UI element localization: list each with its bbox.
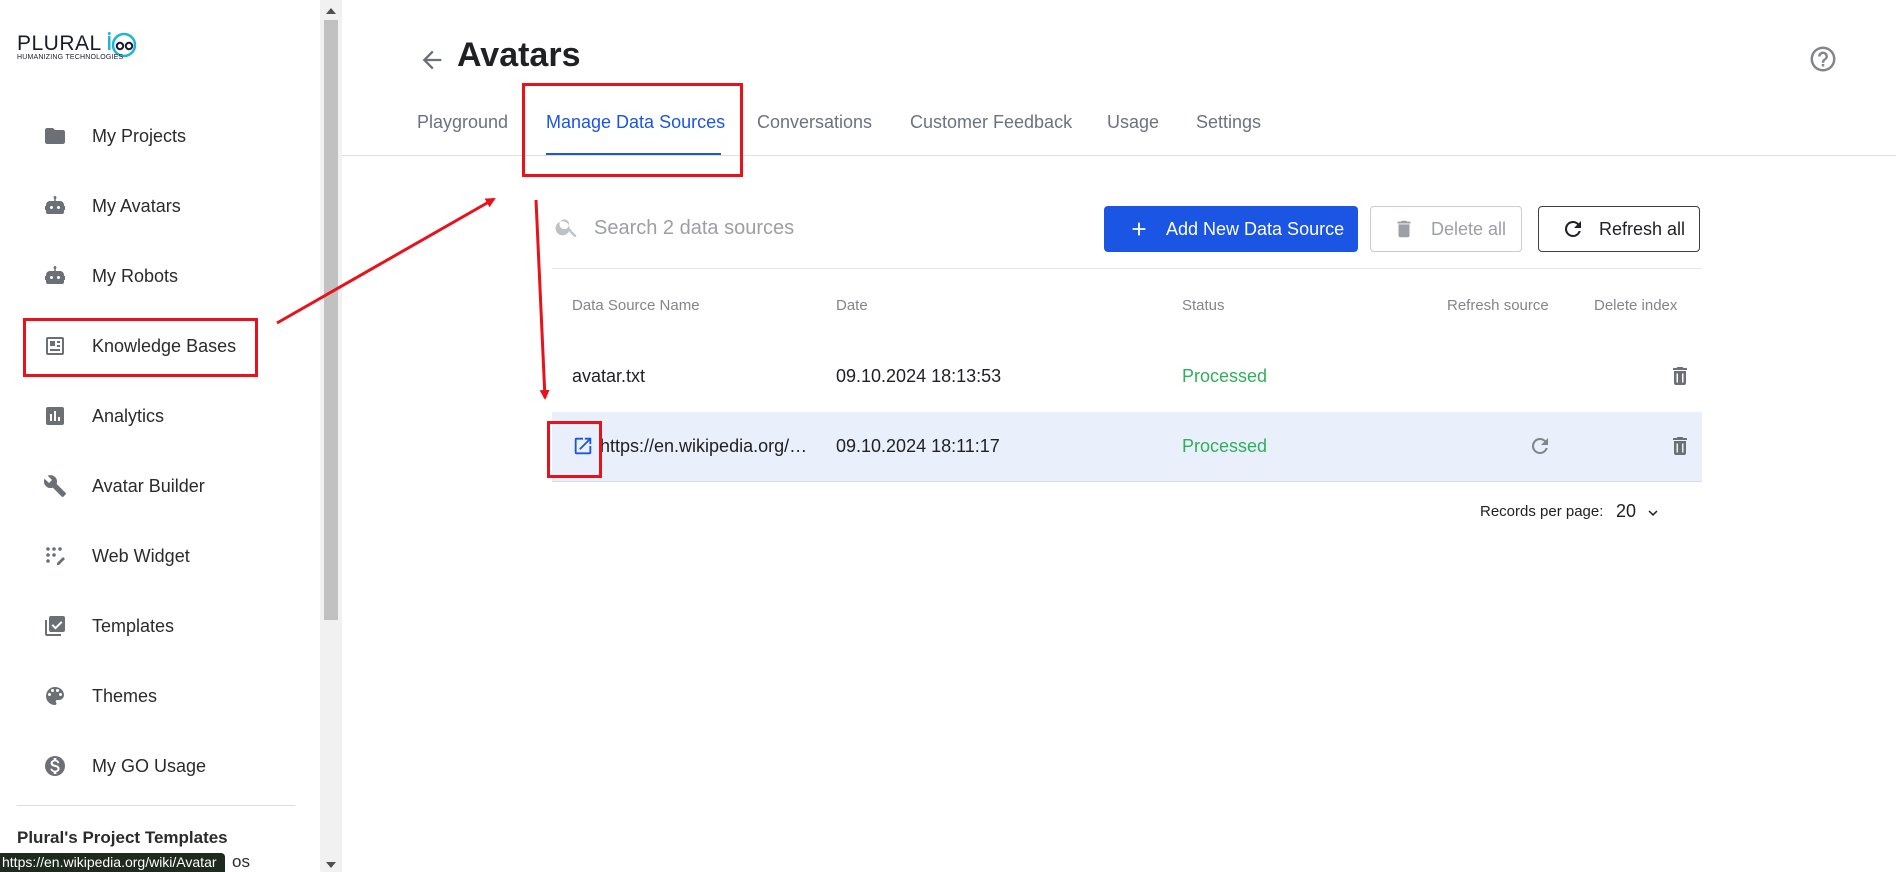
robot-icon [42,193,68,219]
refresh-icon [1564,220,1581,237]
plus-icon [1132,222,1146,236]
annotation-highlight-box [547,421,602,478]
delete-all-label: Delete all [1431,218,1507,239]
sidebar-item-label: My Avatars [92,195,181,216]
annotation-highlight-box [23,318,258,377]
table-row[interactable]: https://en.wikipedia.org/… 09.10.2024 18… [552,412,1702,482]
column-header-delete-index: Delete index [1594,297,1678,314]
search-input[interactable] [594,212,1094,244]
column-header-date[interactable]: Date [836,297,868,314]
sidebar-item-my-go-usage[interactable]: My GO Usage [0,737,300,795]
sidebar-item-label: Analytics [92,405,165,426]
data-source-name: avatar.txt [572,366,646,386]
sidebar: PLURAL HUMANIZING TECHNOLOGIES My Projec… [0,0,320,872]
records-per-page-label: Records per page: [1480,503,1604,520]
palette-icon [42,683,68,709]
app-window: PLURAL HUMANIZING TECHNOLOGIES My Projec… [0,0,1896,872]
scroll-down-arrow-icon[interactable] [326,862,336,868]
sidebar-item-label: Web Widget [92,545,190,566]
tab-conversations[interactable]: Conversations [757,112,872,133]
tab-usage[interactable]: Usage [1107,112,1159,133]
page-title: Avatars [457,36,581,74]
sidebar-divider [17,805,295,806]
tab-playground[interactable]: Playground [417,112,508,133]
sidebar-item-label: Themes [92,685,158,706]
robot-icon [42,263,68,289]
logo-tagline: HUMANIZING TECHNOLOGIES [17,54,124,61]
delete-row-icon[interactable] [1668,434,1692,458]
column-header-refresh-source: Refresh source [1447,297,1549,314]
data-source-date: 09.10.2024 18:13:53 [836,366,1002,386]
refresh-all-label: Refresh all [1599,218,1686,239]
delete-all-button[interactable]: Delete all [1370,206,1522,252]
help-icon[interactable] [1808,44,1838,74]
annotation-highlight-box [522,83,743,177]
status-badge: Processed [1182,366,1268,386]
library-check-icon [42,613,68,639]
sidebar-item-label: My GO Usage [92,755,207,776]
add-new-data-source-button[interactable]: Add New Data Source [1104,206,1358,252]
sidebar-item-label: My Robots [92,265,179,286]
delete-row-icon[interactable] [1668,364,1692,388]
dots-grid-icon [42,543,68,569]
records-per-page-select[interactable]: 20 [1616,501,1636,522]
sidebar-item-label: My Projects [92,125,187,146]
sidebar-item-avatar-builder[interactable]: Avatar Builder [0,457,300,515]
column-header-name[interactable]: Data Source Name [572,297,700,314]
sidebar-item-my-avatars[interactable]: My Avatars [0,177,300,235]
toolbar-divider [552,268,1702,269]
sidebar-item-themes[interactable]: Themes [0,667,300,725]
sidebar-item-label: Avatar Builder [92,475,205,496]
sidebar-item-label: Templates [92,615,175,636]
project-templates-heading: Plural's Project Templates [17,828,228,847]
wrench-icon [42,473,68,499]
sidebar-scrollbar[interactable] [320,0,342,872]
add-button-label: Add New Data Source [1166,218,1345,239]
plural-logo[interactable]: PLURAL HUMANIZING TECHNOLOGIES [17,30,147,64]
refresh-all-button[interactable]: Refresh all [1538,206,1700,252]
scroll-up-arrow-icon[interactable] [326,8,336,14]
tab-customer-feedback[interactable]: Customer Feedback [910,112,1072,133]
folder-icon [42,123,68,149]
data-source-name-link[interactable]: https://en.wikipedia.org/… [600,436,807,457]
dollar-circle-icon [42,753,68,779]
logo-text: PLURAL [17,32,102,55]
sidebar-item-analytics[interactable]: Analytics [0,387,300,445]
sidebar-item-my-projects[interactable]: My Projects [0,107,300,165]
status-badge: Processed [1182,436,1268,456]
bar-chart-icon [42,403,68,429]
trash-icon [1397,220,1411,238]
table-row[interactable]: avatar.txt 09.10.2024 18:13:53 Processed [552,342,1702,412]
sidebar-item-templates[interactable]: Templates [0,597,300,655]
search-icon [555,219,577,238]
refresh-source-icon[interactable] [1528,434,1552,458]
sidebar-item-my-robots[interactable]: My Robots [0,247,300,305]
tab-settings[interactable]: Settings [1196,112,1261,133]
link-url-status-tooltip: https://en.wikipedia.org/wiki/Avatar [0,853,225,872]
scrollbar-thumb[interactable] [324,20,338,620]
sidebar-item-web-widget[interactable]: Web Widget [0,527,300,585]
back-arrow-icon[interactable] [418,46,446,74]
data-source-date: 09.10.2024 18:11:17 [836,436,1000,456]
column-header-status[interactable]: Status [1182,297,1225,314]
chevron-down-icon[interactable] [1644,504,1662,522]
